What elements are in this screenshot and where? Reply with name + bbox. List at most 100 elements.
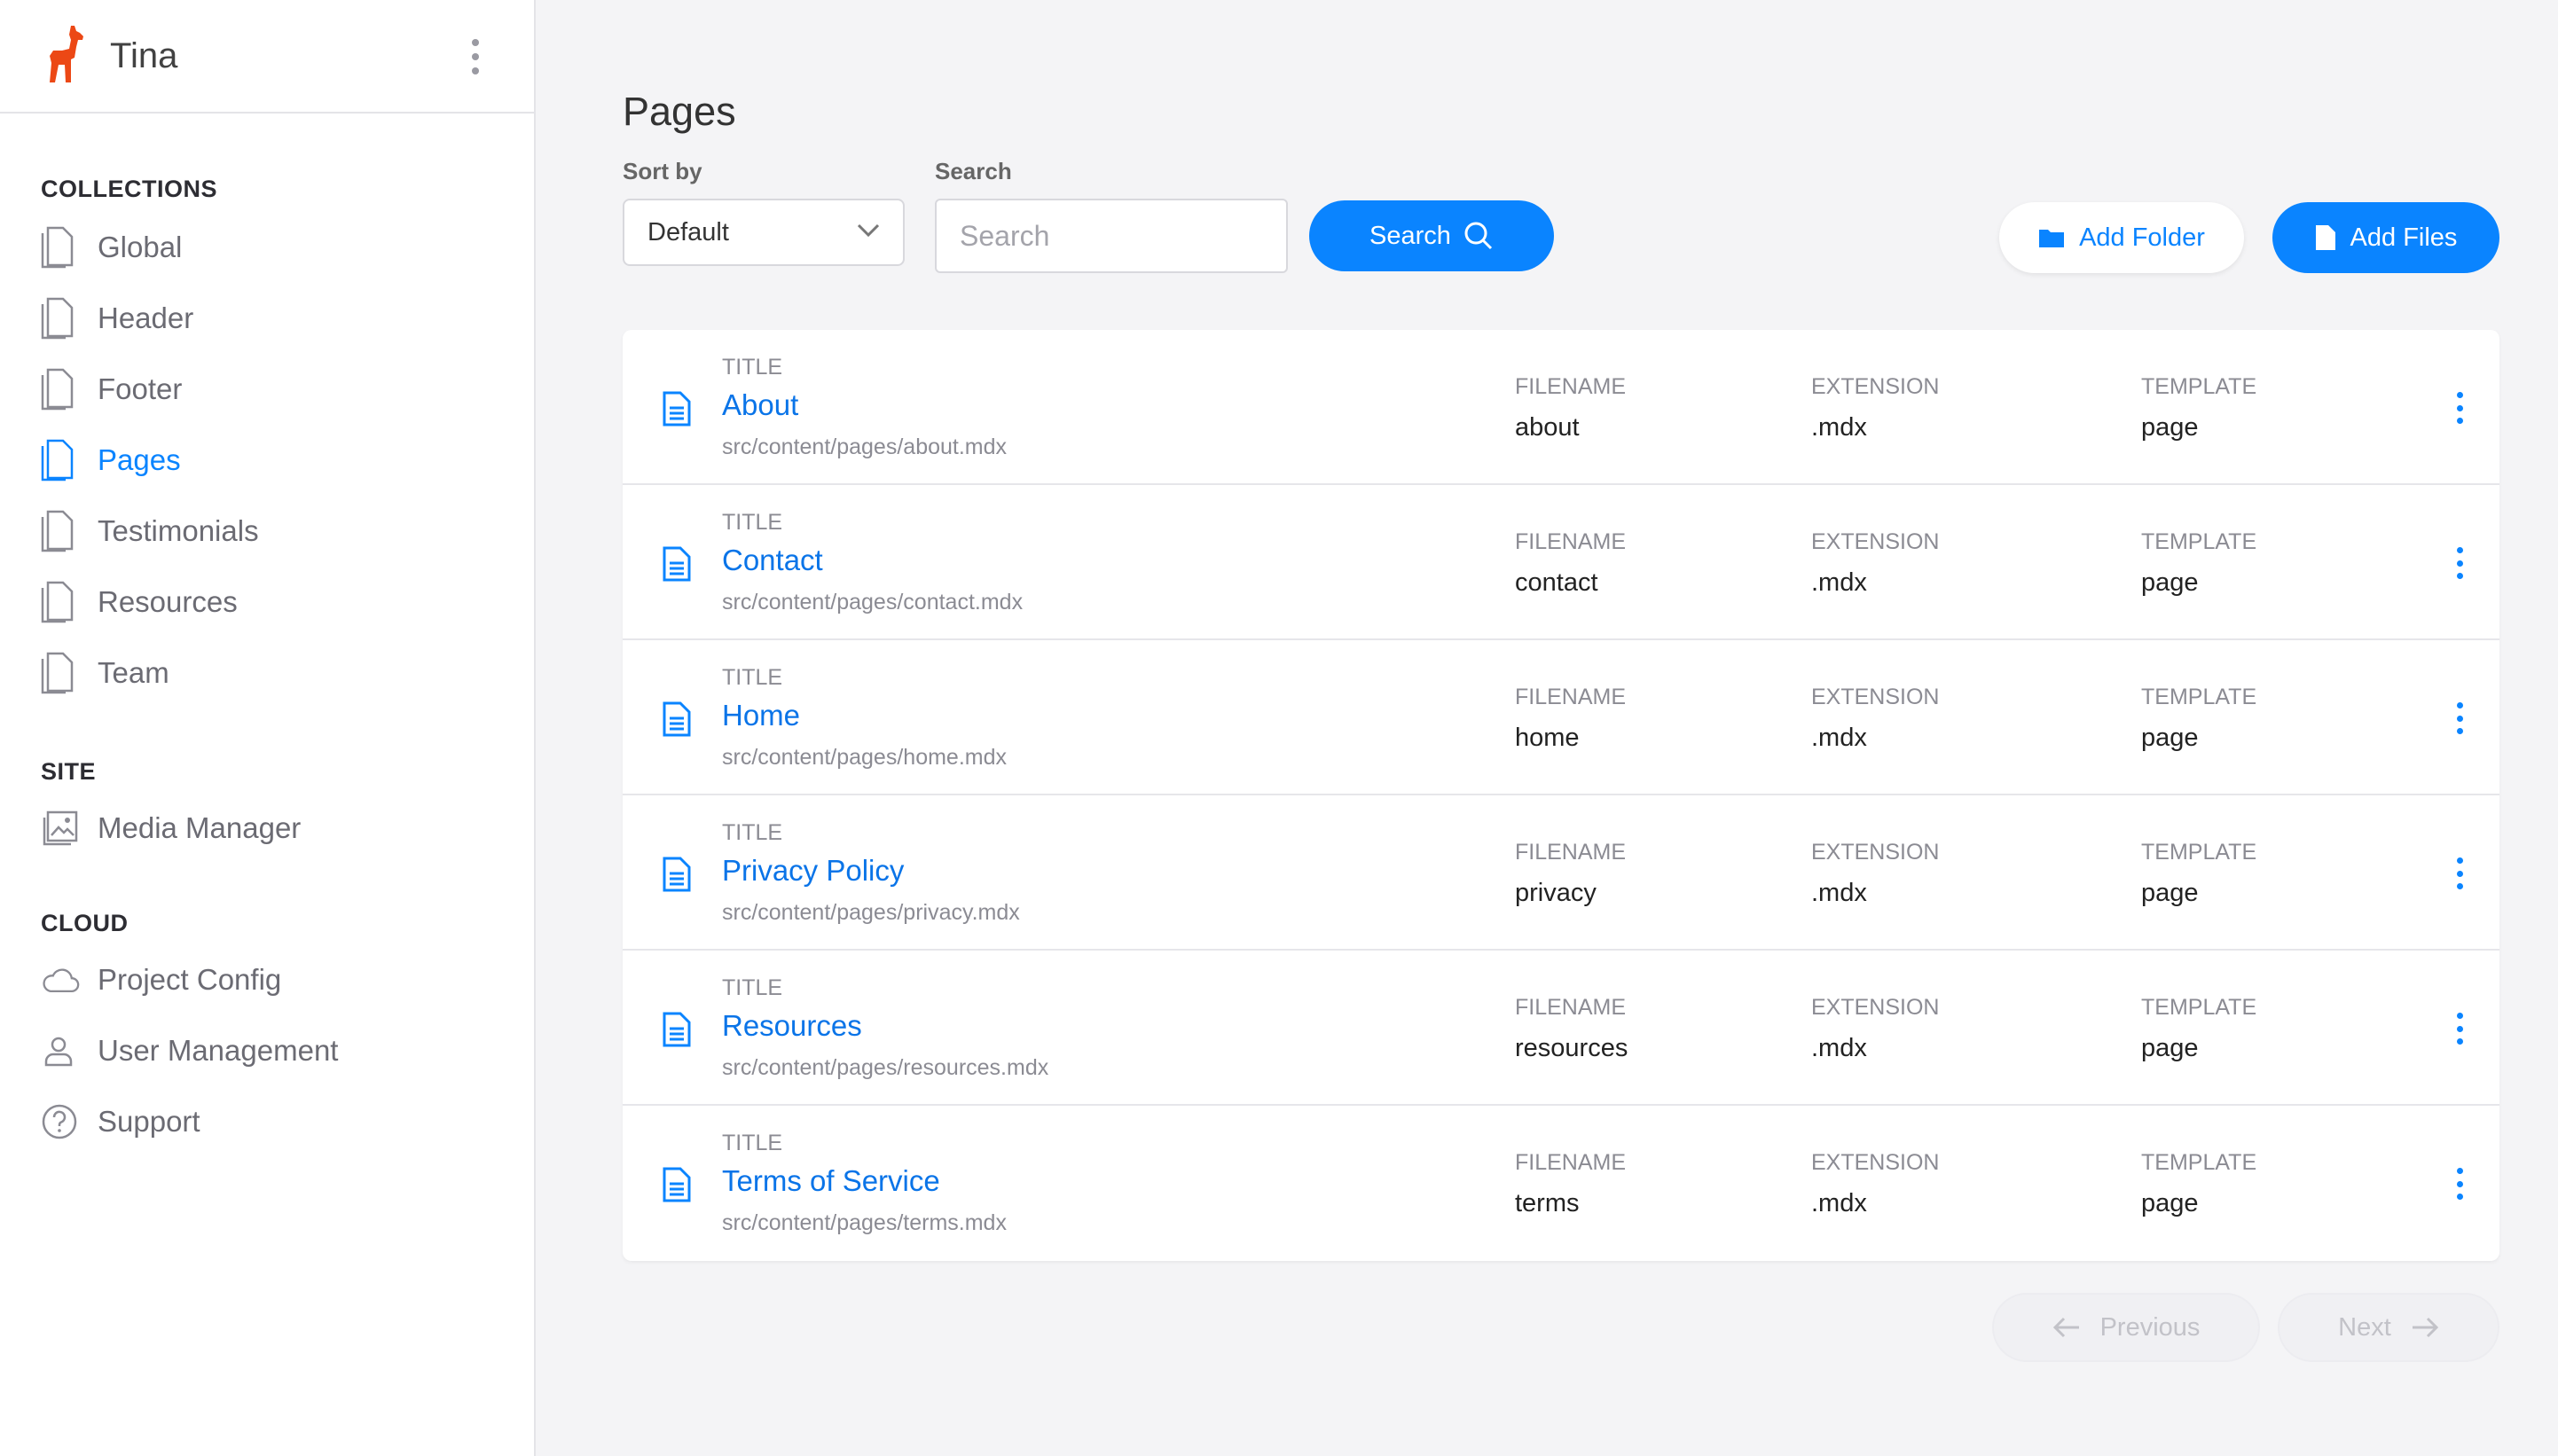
arrow-right-icon	[2412, 1317, 2438, 1338]
page-title-link[interactable]: Privacy Policy	[722, 854, 904, 888]
filename-column-label: FILENAME	[1515, 995, 1627, 1020]
row-menu-button[interactable]	[2453, 857, 2466, 889]
table-row[interactable]: TITLE Resources src/content/pages/resour…	[623, 951, 2499, 1106]
add-folder-label: Add Folder	[2079, 223, 2205, 252]
table-row[interactable]: TITLE Privacy Policy src/content/pages/p…	[623, 795, 2499, 951]
page-title-link[interactable]: About	[722, 388, 798, 422]
collections-heading: COLLECTIONS	[41, 176, 217, 202]
sidebar: Tina COLLECTIONS Global Header Footer Pa…	[0, 0, 536, 1456]
filename-value: contact	[1515, 568, 1598, 597]
template-column-label: TEMPLATE	[2141, 529, 2257, 554]
extension-column-label: EXTENSION	[1811, 374, 1940, 399]
filename-column-label: FILENAME	[1515, 685, 1627, 709]
page-title-link[interactable]: Contact	[722, 544, 823, 577]
table-row[interactable]: TITLE Contact src/content/pages/contact.…	[623, 485, 2499, 640]
extension-value: .mdx	[1811, 879, 1867, 907]
document-icon	[41, 439, 80, 481]
sidebar-item-project-config[interactable]: Project Config	[41, 944, 534, 1015]
title-column-label: TITLE	[722, 665, 783, 690]
row-menu-button[interactable]	[2453, 547, 2466, 579]
title-column-label: TITLE	[722, 1131, 783, 1155]
sidebar-item-team[interactable]: Team	[41, 638, 534, 708]
file-icon	[2315, 225, 2335, 250]
template-value: page	[2141, 724, 2199, 752]
title-column-label: TITLE	[722, 820, 783, 845]
extension-column-label: EXTENSION	[1811, 529, 1940, 554]
search-button[interactable]: Search	[1309, 200, 1554, 271]
file-path: src/content/pages/home.mdx	[722, 745, 1007, 770]
sidebar-item-label: Support	[98, 1105, 200, 1138]
sidebar-item-label: Pages	[98, 443, 181, 476]
table-row[interactable]: TITLE Home src/content/pages/home.mdx FI…	[623, 640, 2499, 795]
sidebar-item-pages[interactable]: Pages	[41, 425, 534, 496]
sidebar-item-label: Header	[98, 301, 194, 334]
page-title-link[interactable]: Resources	[722, 1009, 862, 1043]
search-icon	[1464, 222, 1492, 250]
tina-llama-logo	[44, 24, 110, 89]
template-value: page	[2141, 1034, 2199, 1062]
help-icon	[41, 1100, 80, 1143]
table-row[interactable]: TITLE Terms of Service src/content/pages…	[623, 1106, 2499, 1261]
extension-column-label: EXTENSION	[1811, 1150, 1940, 1175]
sidebar-item-label: User Management	[98, 1034, 339, 1067]
sidebar-item-label: Resources	[98, 585, 238, 618]
sidebar-item-footer[interactable]: Footer	[41, 354, 534, 425]
template-column-label: TEMPLATE	[2141, 374, 2257, 399]
page-title-link[interactable]: Terms of Service	[722, 1164, 940, 1198]
template-value: page	[2141, 413, 2199, 442]
site-heading: SITE	[41, 758, 97, 785]
folder-icon	[2039, 230, 2065, 247]
sort-select[interactable]: Default	[623, 199, 905, 266]
template-value: page	[2141, 1189, 2199, 1217]
filename-value: resources	[1515, 1034, 1628, 1062]
cloud-icon	[41, 959, 80, 1001]
row-menu-button[interactable]	[2453, 1168, 2466, 1200]
document-icon	[41, 368, 80, 411]
document-icon	[663, 1167, 691, 1202]
filename-column-label: FILENAME	[1515, 374, 1627, 399]
sidebar-item-user-management[interactable]: User Management	[41, 1015, 534, 1086]
add-files-button[interactable]: Add Files	[2272, 202, 2499, 273]
cloud-nav: Project Config User Management Support	[0, 944, 534, 1157]
previous-label: Previous	[2099, 1312, 2201, 1342]
sidebar-menu-button[interactable]	[470, 39, 481, 74]
filename-value: privacy	[1515, 879, 1597, 907]
sidebar-item-resources[interactable]: Resources	[41, 567, 534, 638]
sidebar-item-global[interactable]: Global	[41, 212, 534, 283]
row-menu-button[interactable]	[2453, 392, 2466, 424]
template-value: page	[2141, 568, 2199, 597]
table-row[interactable]: TITLE About src/content/pages/about.mdx …	[623, 330, 2499, 485]
document-icon	[663, 391, 691, 427]
cloud-heading: CLOUD	[41, 910, 129, 936]
row-menu-button[interactable]	[2453, 702, 2466, 734]
search-label: Search	[935, 158, 1012, 184]
add-files-label: Add Files	[2350, 223, 2458, 252]
title-column-label: TITLE	[722, 510, 783, 535]
add-folder-button[interactable]: Add Folder	[1999, 202, 2244, 273]
sidebar-item-label: Project Config	[98, 963, 282, 996]
title-column-label: TITLE	[722, 975, 783, 1000]
previous-page-button[interactable]: Previous	[1992, 1293, 2260, 1362]
extension-value: .mdx	[1811, 724, 1867, 752]
search-button-label: Search	[1369, 221, 1451, 250]
app-title: Tina	[110, 35, 178, 75]
collections-nav: Global Header Footer Pages Testimonials …	[0, 212, 534, 708]
document-icon	[41, 226, 80, 269]
search-input[interactable]	[935, 199, 1288, 273]
file-path: src/content/pages/resources.mdx	[722, 1055, 1049, 1080]
extension-column-label: EXTENSION	[1811, 685, 1940, 709]
filename-column-label: FILENAME	[1515, 1150, 1627, 1175]
chevron-down-icon	[857, 223, 880, 238]
next-page-button[interactable]: Next	[2278, 1293, 2499, 1362]
extension-column-label: EXTENSION	[1811, 840, 1940, 865]
document-icon	[663, 857, 691, 892]
template-value: page	[2141, 879, 2199, 907]
document-icon	[663, 1012, 691, 1047]
sidebar-item-header[interactable]: Header	[41, 283, 534, 354]
row-menu-button[interactable]	[2453, 1013, 2466, 1045]
main-content: Pages Sort by Default Search Search Add …	[537, 0, 2558, 1456]
sidebar-item-media-manager[interactable]: Media Manager	[41, 793, 534, 864]
sidebar-item-support[interactable]: Support	[41, 1086, 534, 1157]
sidebar-item-testimonials[interactable]: Testimonials	[41, 496, 534, 567]
page-title-link[interactable]: Home	[722, 699, 800, 732]
